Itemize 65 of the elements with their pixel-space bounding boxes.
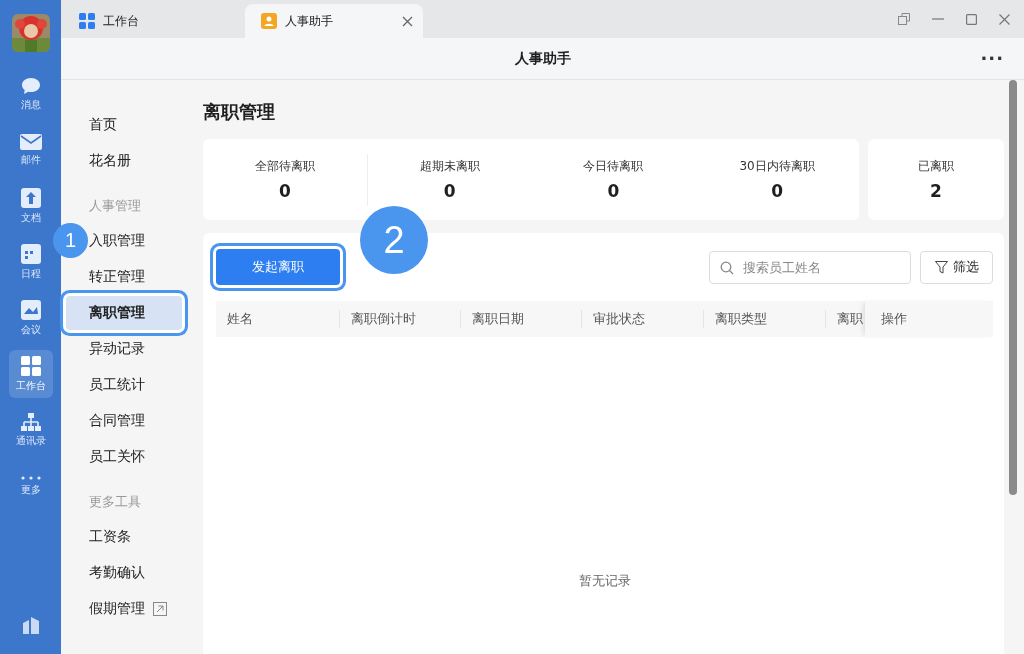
- pop-out-icon[interactable]: [898, 13, 910, 25]
- nav-item[interactable]: 入职管理: [89, 224, 182, 258]
- document-icon: [20, 187, 41, 208]
- nav-item[interactable]: 合同管理: [89, 404, 182, 438]
- column-header: 审批状态: [581, 310, 703, 328]
- search-field[interactable]: 搜索员工姓名: [709, 250, 911, 284]
- more-icon: [20, 475, 41, 480]
- filter-icon: [934, 260, 948, 274]
- nav-item[interactable]: 考勤确认: [89, 556, 182, 590]
- nav-item[interactable]: 异动记录: [89, 332, 182, 366]
- tab[interactable]: 工作台: [63, 4, 241, 38]
- rail-item[interactable]: 邮件: [8, 126, 53, 174]
- nav-item[interactable]: 工资条: [89, 520, 182, 554]
- stat-value: 0: [607, 181, 620, 201]
- stat-value: 0: [443, 181, 456, 201]
- nav-item[interactable]: 首页: [89, 108, 182, 142]
- person-icon: [261, 13, 277, 29]
- nav-group-label: 人事管理: [88, 197, 142, 215]
- org-chart-icon: [20, 412, 41, 431]
- search-icon: [720, 260, 734, 275]
- maximize-icon[interactable]: [966, 13, 977, 25]
- step-marker: 1: [53, 223, 88, 258]
- grid-icon: [79, 13, 95, 29]
- chat-icon: [20, 76, 41, 95]
- external-link-icon: [153, 602, 167, 616]
- more-menu-button[interactable]: ···: [980, 48, 1004, 69]
- grid-icon: [20, 355, 41, 376]
- column-header: 离职日期: [460, 310, 581, 328]
- mail-icon: [19, 133, 42, 150]
- calendar-icon: [20, 243, 41, 264]
- meeting-icon: [20, 299, 41, 320]
- rail-item[interactable]: 文档: [8, 182, 53, 230]
- nav-item[interactable]: 员工关怀: [89, 440, 182, 474]
- stat-label: 已离职: [918, 158, 954, 175]
- stat-label: 超期未离职: [419, 158, 480, 175]
- rail-item[interactable]: 更多: [8, 462, 53, 510]
- nav-item[interactable]: 花名册: [89, 144, 182, 178]
- column-header: 离职: [825, 310, 865, 328]
- nav-group-label: 更多工具: [88, 493, 142, 511]
- rail-item[interactable]: 日程: [8, 238, 53, 286]
- column-header: 离职类型: [703, 310, 825, 328]
- rail-item[interactable]: 会议: [8, 294, 53, 342]
- empty-message: 暂无记录: [577, 572, 632, 590]
- column-header: 操作: [865, 301, 993, 337]
- stat-value: 0: [278, 181, 291, 201]
- stat-value: 0: [771, 181, 784, 201]
- close-icon[interactable]: [402, 15, 413, 27]
- close-icon[interactable]: [999, 13, 1010, 25]
- column-header: 离职倒计时: [339, 310, 460, 328]
- stat-label: 全部待离职: [254, 158, 315, 175]
- stat-value: 2: [930, 181, 942, 201]
- app-title: 人事助手: [514, 49, 571, 68]
- nav-item[interactable]: 员工统计: [89, 368, 182, 402]
- column-header: 姓名: [226, 310, 254, 328]
- scrollbar[interactable]: [1009, 80, 1017, 495]
- stat-label: 30日内待离职: [739, 158, 815, 175]
- nav-item[interactable]: 转正管理: [89, 260, 182, 294]
- page-title: 离职管理: [203, 100, 276, 124]
- rail-item[interactable]: 通讯录: [8, 406, 53, 454]
- rail-item[interactable]: 消息: [8, 70, 53, 118]
- tab[interactable]: 人事助手: [245, 4, 423, 38]
- nav-item[interactable]: 假期管理: [89, 592, 182, 626]
- stat-label: 今日待离职: [583, 158, 644, 175]
- logo-icon[interactable]: [20, 614, 41, 634]
- filter-button[interactable]: 筛选: [920, 250, 993, 284]
